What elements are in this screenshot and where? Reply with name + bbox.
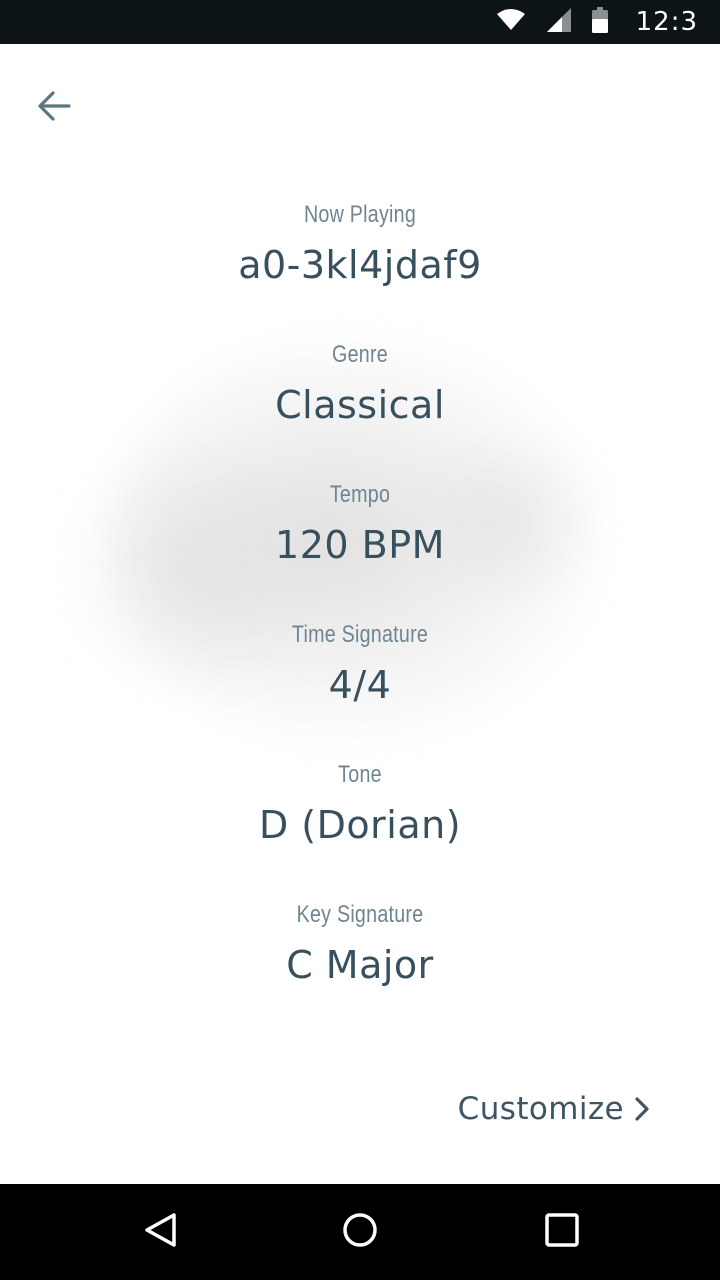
time-signature-item: Time Signature 4/4 — [0, 615, 720, 755]
arrow-left-icon — [36, 90, 72, 126]
tone-value: D (Dorian) — [258, 803, 462, 847]
key-signature-item: Key Signature C Major — [0, 895, 720, 1035]
recents-square-icon — [544, 1212, 580, 1252]
genre-label: Genre — [332, 341, 388, 368]
status-icons: 12:3 — [496, 0, 698, 44]
back-triangle-icon — [142, 1211, 178, 1253]
tone-label: Tone — [338, 761, 382, 788]
battery-icon — [591, 7, 608, 37]
tone-item: Tone D (Dorian) — [0, 755, 720, 895]
tempo-item: Tempo 120 BPM — [0, 475, 720, 615]
nav-home-button[interactable] — [336, 1208, 384, 1256]
status-bar: 12:3 — [0, 0, 720, 44]
chevron-right-icon — [630, 1096, 652, 1122]
tempo-label: Tempo — [329, 481, 391, 508]
key-signature-label: Key Signature — [296, 901, 424, 928]
now-playing-item: Now Playing a0-3kl4jdaf9 — [0, 195, 720, 335]
nav-back-button[interactable] — [136, 1208, 184, 1256]
screen: 12:3 Now Playing a0-3kl4jdaf9 Genre Clas… — [0, 0, 720, 1280]
customize-label: Customize — [457, 1091, 624, 1127]
genre-value: Classical — [275, 383, 445, 427]
back-button[interactable] — [30, 86, 78, 130]
now-playing-label: Now Playing — [303, 201, 417, 228]
now-playing-value: a0-3kl4jdaf9 — [238, 243, 482, 287]
track-info-list: Now Playing a0-3kl4jdaf9 Genre Classical… — [0, 195, 720, 1035]
wifi-icon — [496, 8, 526, 36]
nav-recents-button[interactable] — [538, 1208, 586, 1256]
tempo-value: 120 BPM — [275, 523, 445, 567]
customize-button[interactable]: Customize — [457, 1086, 649, 1132]
time-signature-label: Time Signature — [291, 621, 429, 648]
time-signature-value: 4/4 — [328, 663, 392, 707]
genre-item: Genre Classical — [0, 335, 720, 475]
status-time: 12:3 — [635, 7, 698, 37]
home-circle-icon — [342, 1212, 378, 1252]
key-signature-value: C Major — [286, 943, 434, 987]
system-nav-bar — [0, 1184, 720, 1280]
signal-icon — [546, 7, 572, 37]
